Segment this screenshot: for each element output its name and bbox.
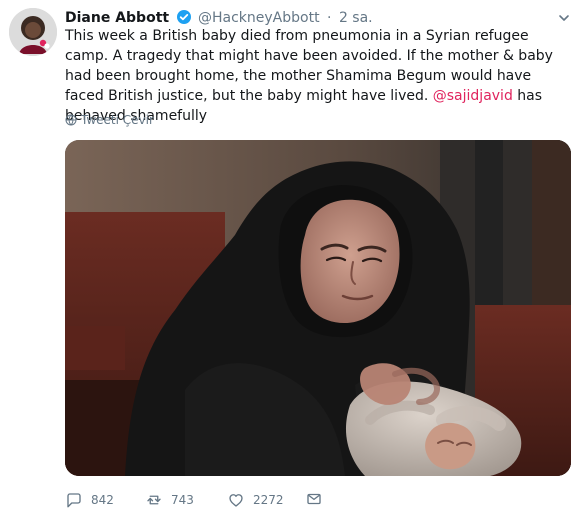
tweet-header: Diane Abbott @HackneyAbbott · 2 sa. xyxy=(65,8,560,28)
reply-icon xyxy=(67,493,81,508)
tweet-card[interactable]: Diane Abbott @HackneyAbbott · 2 sa. This… xyxy=(0,0,580,517)
reply-count: 842 xyxy=(91,493,114,507)
tweet-photo[interactable] xyxy=(65,140,571,476)
envelope-icon xyxy=(307,493,321,505)
retweet-count: 743 xyxy=(171,493,194,507)
separator-dot: · xyxy=(327,10,332,26)
globe-icon xyxy=(65,114,77,126)
heart-icon xyxy=(229,494,243,507)
translate-tweet-button[interactable]: Tweeti Çevir xyxy=(65,112,154,128)
tweet-actions: 842 743 2272 xyxy=(65,490,365,510)
retweet-icon xyxy=(147,495,161,505)
photo-image xyxy=(65,140,571,476)
like-button[interactable]: 2272 xyxy=(227,490,284,510)
avatar-image xyxy=(9,8,57,56)
verified-badge-icon xyxy=(176,9,192,25)
retweet-button[interactable]: 743 xyxy=(145,490,194,510)
author-name[interactable]: Diane Abbott xyxy=(65,10,169,26)
mention-link[interactable]: @sajidjavid xyxy=(433,88,513,104)
author-handle[interactable]: @HackneyAbbott xyxy=(198,10,320,26)
tweet-timestamp[interactable]: 2 sa. xyxy=(339,10,373,26)
like-count: 2272 xyxy=(253,493,284,507)
avatar[interactable] xyxy=(9,8,57,56)
translate-label: Tweeti Çevir xyxy=(81,113,154,127)
direct-message-button[interactable] xyxy=(305,490,323,508)
tweet-text: This week a British baby died from pneum… xyxy=(65,26,560,126)
reply-button[interactable]: 842 xyxy=(65,490,114,510)
chevron-down-icon[interactable] xyxy=(557,10,571,24)
